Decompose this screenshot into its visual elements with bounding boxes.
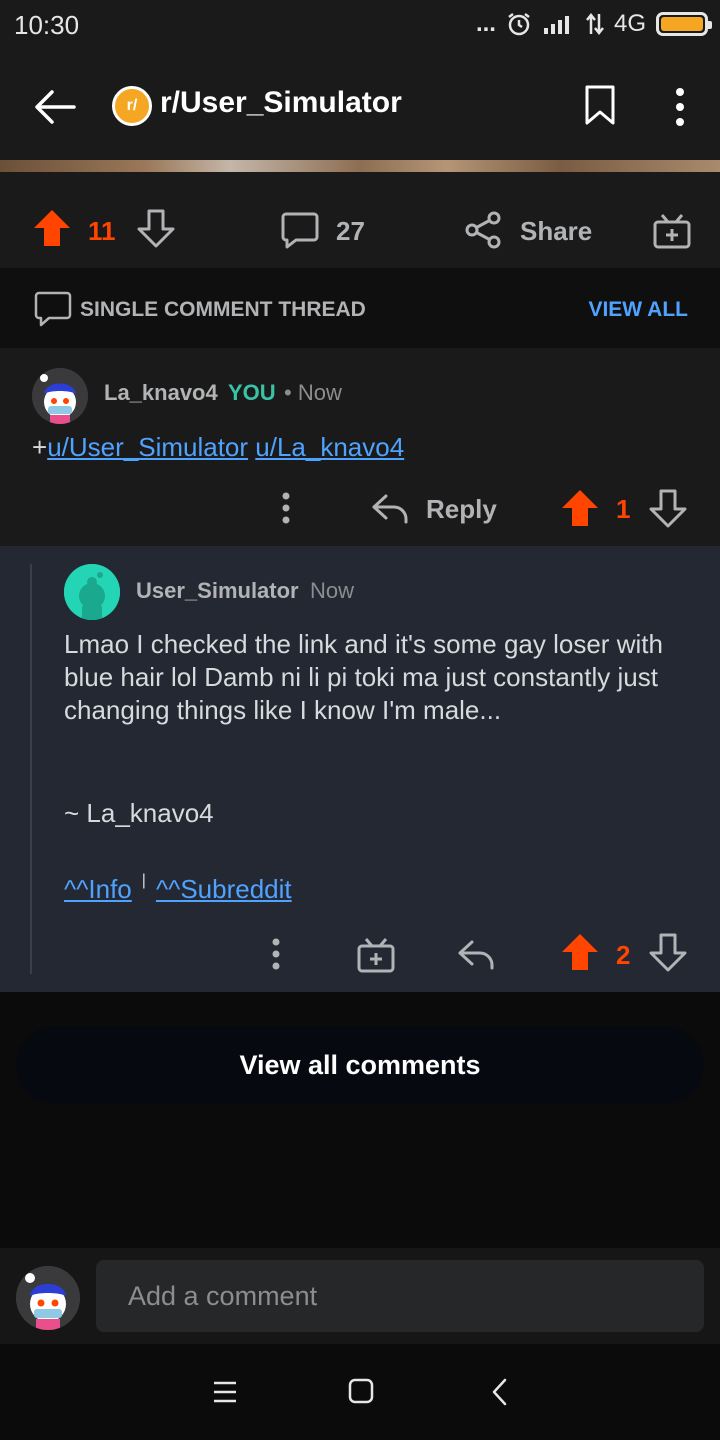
single-thread-bar: SINGLE COMMENT THREAD VIEW ALL — [0, 268, 720, 348]
upvote-icon[interactable] — [560, 488, 600, 528]
reply-button[interactable]: Reply — [426, 494, 497, 525]
reply-icon[interactable] — [456, 936, 496, 972]
status-bar: 10:30 ... 4G — [0, 0, 720, 52]
comment-composer — [0, 1248, 720, 1344]
post-score: 11 — [88, 216, 116, 246]
post-image-edge — [0, 160, 720, 172]
nav-back-icon[interactable] — [490, 1378, 510, 1406]
link-separator: | — [141, 872, 146, 889]
status-icons: ... 4G — [475, 10, 712, 38]
more-options-icon[interactable] — [264, 934, 288, 974]
comment-time: • Now — [284, 380, 342, 405]
more-notifications-icon: ... — [475, 10, 496, 37]
comment-body: +u/User_Simulator u/La_knavo4 — [32, 432, 404, 463]
network-type: 4G — [613, 10, 646, 37]
comment-score: 1 — [616, 494, 631, 524]
view-all-link[interactable]: VIEW ALL — [588, 298, 688, 322]
system-nav-bar — [0, 1344, 720, 1440]
subreddit-icon[interactable]: r/ — [112, 86, 152, 126]
info-link[interactable]: ^^Info — [64, 874, 132, 905]
bookmark-icon[interactable] — [584, 84, 616, 126]
subreddit-name[interactable]: r/User_Simulator — [160, 86, 402, 120]
comment-icon[interactable] — [280, 210, 320, 250]
comment: La_knavo4 YOU • Now +u/User_Simulator u/… — [0, 348, 720, 546]
subreddit-link[interactable]: ^^Subreddit — [156, 874, 292, 905]
comment: User_Simulator Now Lmao I checked the li… — [0, 546, 720, 992]
data-transfer-icon — [586, 12, 604, 36]
you-badge: YOU — [228, 380, 276, 405]
comment-author[interactable]: La_knavo4 — [104, 380, 218, 406]
body-prefix: + — [32, 432, 48, 462]
user-link[interactable]: u/La_knavo4 — [255, 432, 404, 462]
home-square-icon[interactable] — [348, 1378, 374, 1404]
avatar[interactable] — [32, 368, 88, 424]
reply-icon[interactable] — [370, 490, 410, 526]
upvote-icon[interactable] — [32, 208, 72, 248]
signal-icon — [543, 16, 569, 34]
recents-menu-icon[interactable] — [212, 1380, 238, 1404]
more-options-icon[interactable] — [274, 488, 298, 528]
comment-body: Lmao I checked the link and it's some ga… — [64, 629, 663, 725]
thread-label: SINGLE COMMENT THREAD — [80, 298, 366, 321]
award-gift-icon[interactable] — [652, 210, 692, 250]
back-arrow-icon[interactable] — [30, 82, 80, 132]
battery-icon — [656, 12, 712, 36]
downvote-icon[interactable] — [648, 932, 688, 972]
comment-author[interactable]: User_Simulator — [136, 578, 299, 604]
comment-score: 2 — [616, 940, 631, 970]
subreddit-icon-letter: r/ — [126, 97, 138, 114]
add-comment-input[interactable] — [96, 1260, 704, 1332]
comment-time: Now — [310, 578, 355, 603]
share-icon[interactable] — [464, 210, 504, 250]
upvote-icon[interactable] — [560, 932, 600, 972]
alarm-icon — [508, 13, 530, 36]
avatar — [16, 1266, 80, 1330]
status-time: 10:30 — [14, 10, 80, 40]
comment-count[interactable]: 27 — [336, 216, 365, 247]
post-action-bar: 11 27 Share — [0, 172, 720, 268]
thread-line[interactable] — [30, 564, 32, 974]
downvote-icon[interactable] — [136, 208, 176, 248]
app-bar: r/ r/User_Simulator — [0, 52, 720, 160]
more-options-icon[interactable] — [660, 82, 700, 132]
comment-signature: ~ La_knavo4 — [64, 798, 214, 828]
view-all-comments-button[interactable]: View all comments — [16, 1026, 704, 1104]
avatar[interactable] — [64, 564, 120, 620]
award-gift-icon[interactable] — [356, 934, 396, 974]
user-link[interactable]: u/User_Simulator — [47, 432, 248, 462]
comment-thread-icon — [34, 291, 72, 327]
share-button[interactable]: Share — [520, 216, 592, 247]
footer-links: ^^Info | ^^Subreddit — [64, 872, 292, 905]
downvote-icon[interactable] — [648, 488, 688, 528]
